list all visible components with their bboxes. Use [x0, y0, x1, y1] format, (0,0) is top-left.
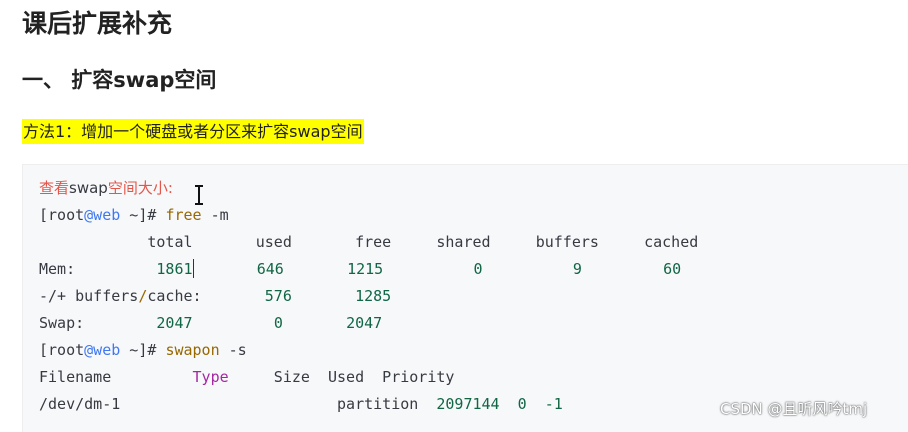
command-flag: -s [219, 341, 247, 359]
swap-used-value: 0 [517, 395, 527, 413]
col-cached: cached [644, 233, 699, 251]
prompt-rest: ~]# [120, 341, 166, 359]
col-filename: Filename [39, 368, 112, 386]
swap-row: Swap: 2047 0 2047 [39, 310, 382, 337]
row-label-part-2: cache: [147, 287, 202, 305]
prompt-root: [root [39, 206, 85, 224]
swap-size: 2097144 [436, 395, 500, 413]
swap-free: 2047 [346, 314, 383, 332]
swap-type: partition [337, 395, 419, 413]
prompt-line-free: [root@web ~]# free -m [39, 202, 229, 229]
code-block: 查看swap空间大小: [root@web ~]# free -m total … [22, 164, 908, 432]
free-header-row: total used free shared buffers cached [39, 229, 698, 256]
highlighted-method-note: 方法1：增加一个硬盘或者分区来扩容swap空间 [22, 119, 364, 144]
swap-priority: -1 [544, 395, 563, 413]
code-comment-line: 查看swap空间大小: [39, 175, 173, 202]
mem-used: 646 [256, 260, 284, 278]
page-heading: 课后扩展补充 [22, 9, 173, 38]
col-size-used-priority: Size Used Priority [228, 368, 455, 386]
col-used: used [255, 233, 292, 251]
prompt-root: [root [39, 341, 85, 359]
mem-shared: 0 [473, 260, 483, 278]
buffers-cache-row: -/+ buffers/cache: 576 1285 [39, 283, 391, 310]
mem-row: Mem: 1861 646 1215 0 9 60 [39, 256, 681, 283]
swap-used: 0 [273, 314, 283, 332]
mem-total: 1861 [156, 260, 193, 278]
mem-cached: 60 [663, 260, 682, 278]
command-swapon: swapon [165, 341, 220, 359]
mem-buffers: 9 [572, 260, 582, 278]
bc-free: 1285 [355, 287, 392, 305]
prompt-rest: ~]# [120, 206, 166, 224]
bc-used: 576 [264, 287, 292, 305]
row-label-part-1: -/+ buffers [39, 287, 139, 305]
prompt-host: @web [84, 206, 121, 224]
command-flag: -m [201, 206, 229, 224]
row-label: Mem: [39, 260, 76, 278]
command-free: free [165, 206, 202, 224]
comment-part-1: 查看 [39, 179, 70, 197]
mem-free: 1215 [347, 260, 384, 278]
col-buffers: buffers [535, 233, 599, 251]
col-free: free [355, 233, 392, 251]
section-heading: 一、 扩容swap空间 [22, 68, 217, 92]
watermark: CSDN @且听风吟tmj [720, 400, 868, 418]
swap-total: 2047 [156, 314, 193, 332]
ibeam-cursor-icon [194, 184, 204, 206]
col-type: Type [192, 368, 229, 386]
col-shared: shared [436, 233, 491, 251]
prompt-host: @web [84, 341, 121, 359]
swap-device: /dev/dm-1 [39, 395, 121, 413]
swapon-header-row: Filename Type Size Used Priority [39, 364, 454, 391]
row-label: Swap: [39, 314, 85, 332]
comment-part-3: 空间大小: [107, 179, 173, 197]
swapon-row: /dev/dm-1 partition 2097144 0 -1 [39, 391, 563, 418]
col-total: total [147, 233, 193, 251]
prompt-line-swapon: [root@web ~]# swapon -s [39, 337, 247, 364]
comment-part-2: swap [69, 179, 108, 197]
